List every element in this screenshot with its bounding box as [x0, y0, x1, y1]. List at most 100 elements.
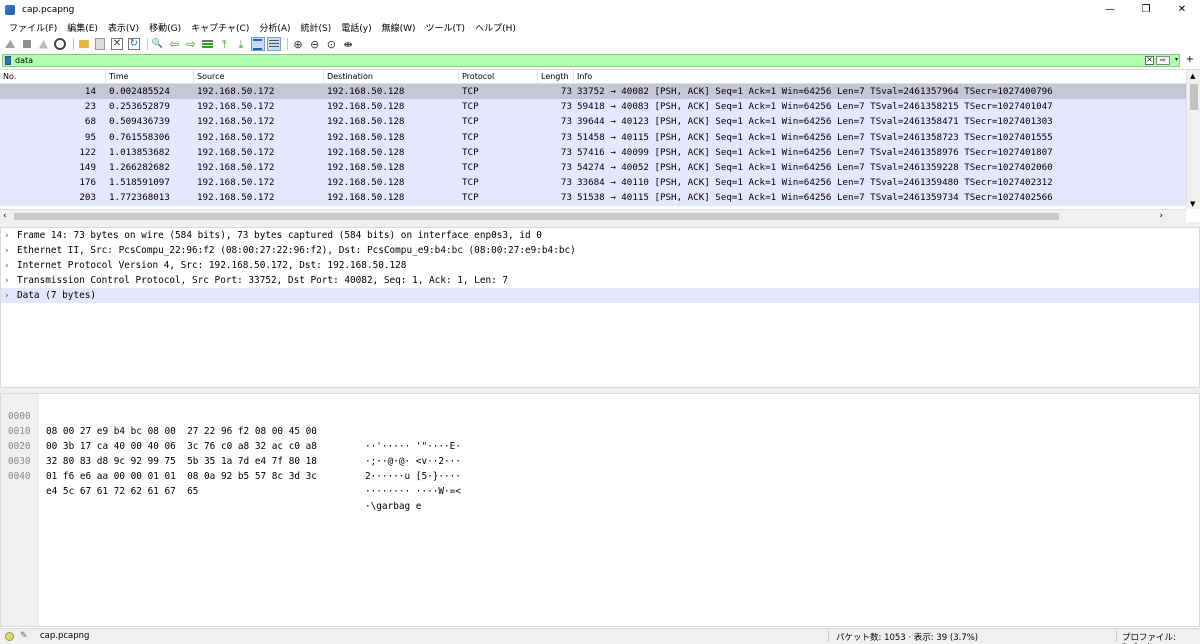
go-to-packet-icon[interactable]	[201, 37, 215, 51]
packet-row[interactable]: 176 1.518591097 192.168.50.172 192.168.5…	[0, 175, 1186, 191]
edit-comment-icon[interactable]: ✎	[20, 631, 28, 641]
bytes-row[interactable]: 0040 e4 5c 67 61 72 62 61 67 65 ·\garbag…	[1, 454, 421, 512]
menu-analyze[interactable]: 分析(A)	[254, 21, 295, 34]
packet-info: 51458 → 40115 [PSH, ACK] Seq=1 Ack=1 Win…	[577, 131, 1053, 143]
forward-icon[interactable]	[184, 37, 198, 51]
find-icon[interactable]	[151, 37, 165, 51]
menu-capture[interactable]: キャプチャ(C)	[186, 21, 254, 34]
bytes-row[interactable]: 0000 08 00 27 e9 b4 bc 08 00 27 22 96 f2…	[1, 394, 461, 452]
column-protocol[interactable]: Protocol	[459, 70, 538, 83]
detail-row-data[interactable]: › Data (7 bytes)	[1, 288, 1199, 303]
bytes-offset: 0040	[8, 471, 31, 482]
expand-arrow-icon[interactable]: ›	[5, 261, 17, 271]
menu-edit[interactable]: 編集(E)	[62, 21, 103, 34]
zoom-out-icon[interactable]	[308, 37, 322, 51]
bytes-row[interactable]: 0010 00 3b 17 ca 40 00 40 06 3c 76 c0 a8…	[1, 409, 461, 467]
menu-statistics[interactable]: 統計(S)	[296, 21, 337, 34]
bytes-ascii[interactable]: ·;··@·@· <v··2···	[365, 454, 565, 469]
open-folder-icon[interactable]	[77, 37, 91, 51]
zoom-in-icon[interactable]	[291, 37, 305, 51]
apply-filter-icon[interactable]: ⇨	[1156, 56, 1170, 65]
close-file-icon[interactable]	[110, 37, 124, 51]
clear-filter-icon[interactable]: ✕	[1145, 56, 1154, 65]
menu-help[interactable]: ヘルプ(H)	[470, 21, 521, 34]
packet-list-vertical-scrollbar[interactable]: ▲ ▼	[1186, 70, 1200, 209]
resize-columns-icon[interactable]	[341, 37, 355, 51]
expand-arrow-icon[interactable]: ›	[5, 246, 17, 256]
status-file-name: cap.pcapng	[40, 631, 90, 641]
menu-view[interactable]: 表示(V)	[103, 21, 144, 34]
expand-arrow-icon[interactable]: ›	[5, 291, 17, 301]
options-icon[interactable]	[53, 37, 67, 51]
expert-info-icon[interactable]	[5, 632, 14, 641]
colorize-icon[interactable]	[267, 37, 282, 51]
menu-wireless[interactable]: 無線(W)	[377, 21, 421, 34]
restart-icon[interactable]	[36, 37, 50, 51]
minimize-button[interactable]: —	[1092, 0, 1128, 19]
column-info[interactable]: Info	[574, 70, 1186, 83]
bytes-hex[interactable]: e4 5c 67 61 72 62 61 67 65	[46, 484, 356, 499]
bytes-ascii[interactable]: ·\garbag e	[365, 499, 565, 514]
back-icon[interactable]	[167, 37, 181, 51]
restore-button[interactable]: ❐	[1128, 0, 1164, 19]
packet-info: 39644 → 40123 [PSH, ACK] Seq=1 Ack=1 Win…	[577, 116, 1053, 128]
packet-length: 73	[560, 131, 572, 143]
menu-telephony[interactable]: 電話(y)	[336, 21, 376, 34]
detail-row-frame[interactable]: › Frame 14: 73 bytes on wire (584 bits),…	[1, 228, 1199, 243]
bytes-ascii[interactable]: 2······u [5·}····	[365, 469, 565, 484]
shark-fin-icon[interactable]	[3, 37, 17, 51]
display-filter-input[interactable]: data ✕ ⇨ ▾	[2, 54, 1180, 67]
packet-no: 122	[79, 146, 96, 158]
column-no[interactable]: No.	[0, 70, 106, 83]
packet-info: 59418 → 40083 [PSH, ACK] Seq=1 Ack=1 Win…	[577, 101, 1053, 113]
column-destination[interactable]: Destination	[324, 70, 459, 83]
menu-go[interactable]: 移動(G)	[144, 21, 186, 34]
stop-icon[interactable]	[20, 37, 34, 51]
packet-bytes: 0000 08 00 27 e9 b4 bc 08 00 27 22 96 f2…	[0, 393, 1200, 627]
last-packet-icon[interactable]	[234, 37, 248, 51]
status-profile[interactable]: プロファイル: Default	[1122, 631, 1200, 644]
bytes-ascii[interactable]: ··'····· '"····E·	[365, 439, 565, 454]
zoom-reset-icon[interactable]	[324, 37, 338, 51]
bytes-hex[interactable]: 00 3b 17 ca 40 00 40 06 3c 76 c0 a8 32 a…	[46, 439, 356, 454]
packet-row[interactable]: 122 1.013853682 192.168.50.172 192.168.5…	[0, 144, 1186, 160]
add-filter-button[interactable]: +	[1186, 54, 1194, 66]
packet-row[interactable]: 203 1.772368013 192.168.50.172 192.168.5…	[0, 190, 1186, 206]
column-source[interactable]: Source	[194, 70, 324, 83]
file-icon[interactable]	[93, 37, 107, 51]
bookmark-icon[interactable]	[5, 56, 11, 65]
scrollbar-thumb[interactable]	[1190, 84, 1198, 110]
bytes-ascii[interactable]: ········ ····W·=<	[365, 484, 565, 499]
packet-row[interactable]: 95 0.761558306 192.168.50.172 192.168.50…	[0, 129, 1186, 145]
bytes-row[interactable]: 0020 32 80 83 d8 9c 92 99 75 5b 35 1a 7d…	[1, 424, 461, 482]
reload-icon[interactable]	[127, 37, 141, 51]
scroll-down-icon[interactable]: ▼	[1190, 200, 1195, 208]
expand-arrow-icon[interactable]: ›	[5, 276, 17, 286]
close-button[interactable]: ✕	[1164, 0, 1200, 19]
column-time[interactable]: Time	[106, 70, 194, 83]
autoscroll-icon[interactable]	[250, 37, 265, 51]
column-length[interactable]: Length	[538, 70, 574, 83]
bytes-hex[interactable]: 32 80 83 d8 9c 92 99 75 5b 35 1a 7d e4 7…	[46, 454, 356, 469]
menu-tools[interactable]: ツール(T)	[421, 21, 471, 34]
scrollbar-thumb[interactable]	[14, 213, 1059, 220]
packet-list-horizontal-scrollbar[interactable]: ‹ ›	[0, 209, 1186, 222]
packet-row[interactable]: 14 0.002485524 192.168.50.172 192.168.50…	[0, 84, 1186, 100]
packet-row[interactable]: 23 0.253652879 192.168.50.172 192.168.50…	[0, 99, 1186, 115]
bytes-hex[interactable]: 08 00 27 e9 b4 bc 08 00 27 22 96 f2 08 0…	[46, 424, 356, 439]
packet-row[interactable]: 149 1.266282682 192.168.50.172 192.168.5…	[0, 159, 1186, 176]
detail-row-ethernet[interactable]: › Ethernet II, Src: PcsCompu_22:96:f2 (0…	[1, 243, 1199, 258]
chevron-down-icon[interactable]: ▾	[1175, 56, 1178, 63]
detail-row-tcp[interactable]: › Transmission Control Protocol, Src Por…	[1, 273, 1199, 288]
expand-arrow-icon[interactable]: ›	[5, 231, 17, 241]
menu-file[interactable]: ファイル(F)	[4, 21, 62, 34]
filter-text[interactable]: data	[15, 56, 33, 65]
detail-row-ipv4[interactable]: › Internet Protocol Version 4, Src: 192.…	[1, 258, 1199, 273]
first-packet-icon[interactable]	[217, 37, 231, 51]
bytes-hex[interactable]: 01 f6 e6 aa 00 00 01 01 08 0a 92 b5 57 8…	[46, 469, 356, 484]
packet-no: 176	[79, 177, 96, 189]
bytes-row[interactable]: 0030 01 f6 e6 aa 00 00 01 01 08 0a 92 b5…	[1, 439, 461, 497]
packet-row[interactable]: 68 0.509436739 192.168.50.172 192.168.50…	[0, 114, 1186, 130]
packet-length: 73	[560, 192, 572, 204]
scroll-up-icon[interactable]: ▲	[1190, 72, 1195, 80]
